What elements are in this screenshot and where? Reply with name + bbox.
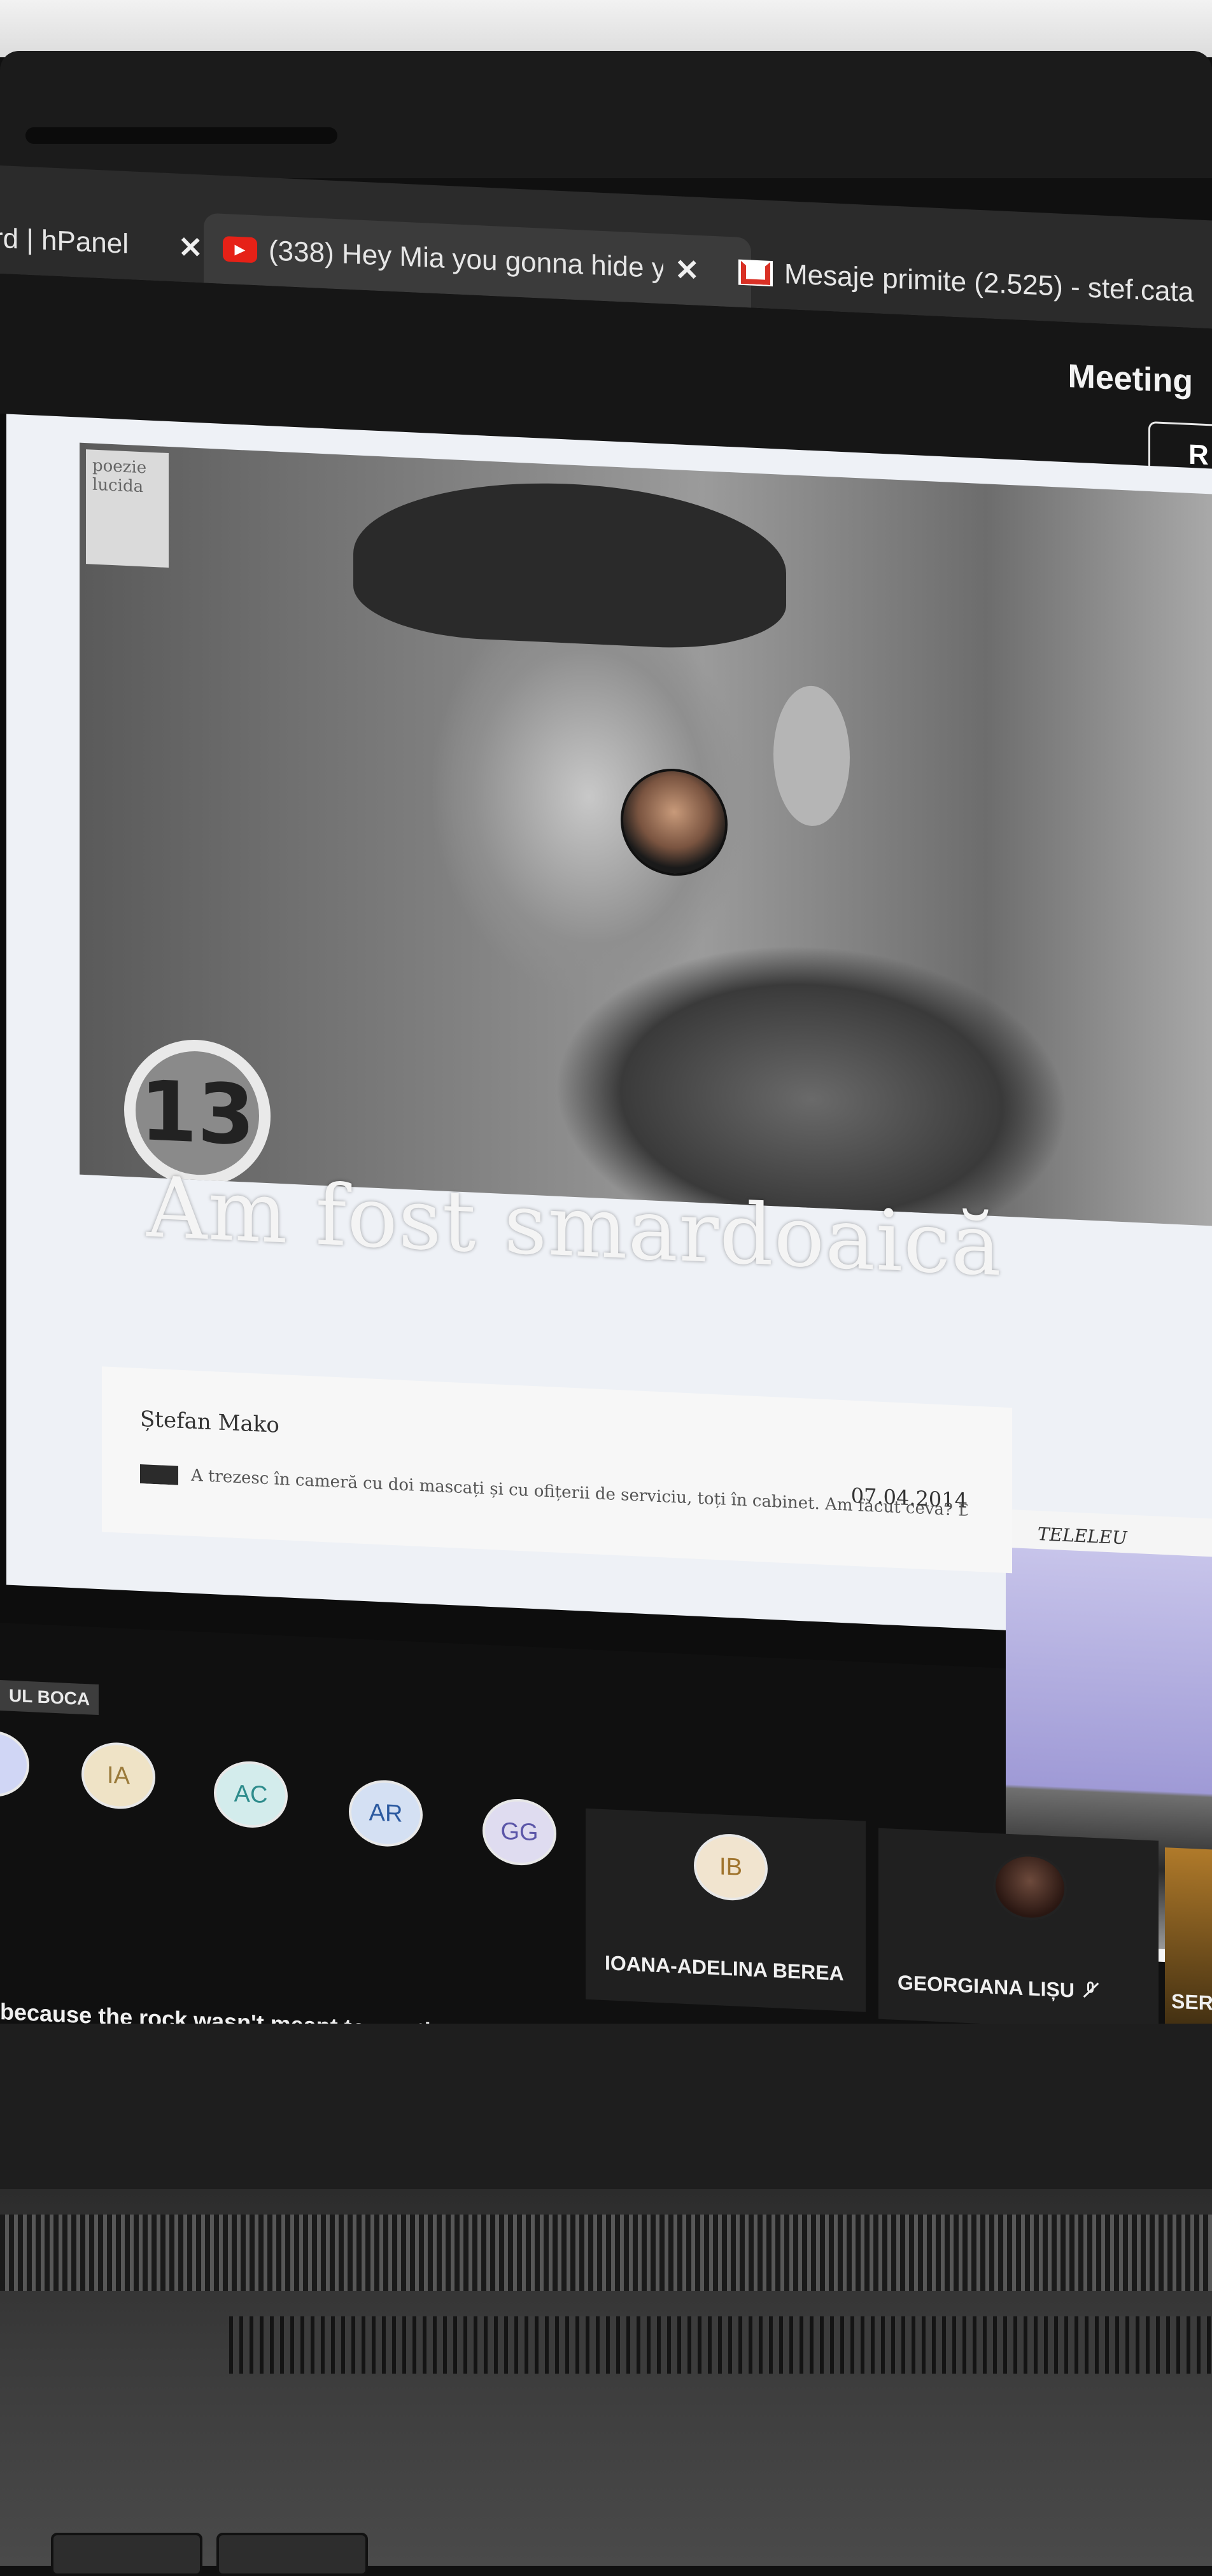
laptop-keyboard-deck bbox=[0, 2189, 1212, 2576]
speaker-grille bbox=[229, 2316, 1212, 2374]
poster-text: poezie lucida bbox=[92, 456, 147, 497]
participant-avatar[interactable] bbox=[0, 1728, 29, 1799]
laptop-bezel-bottom bbox=[0, 2024, 1212, 2189]
participant-tile[interactable]: SER bbox=[1165, 1847, 1212, 2042]
article-hero-photo: poezie lucida 13 bbox=[80, 442, 1212, 1226]
meeting-title: Meeting bbox=[1068, 358, 1193, 401]
presenter-name-chip: UL BOCA bbox=[0, 1680, 99, 1716]
participant-avatar-ia[interactable]: IA bbox=[81, 1740, 155, 1811]
laptop-bezel-top bbox=[0, 51, 1212, 178]
background-wall bbox=[0, 0, 1212, 57]
mic-off-icon bbox=[1082, 1981, 1099, 1998]
image-icon bbox=[140, 1464, 178, 1485]
presenter-avatar bbox=[621, 766, 728, 878]
tab-label: Mesaje primite (2.525) - stef.cata bbox=[784, 258, 1194, 309]
participant-avatar-ib: IB bbox=[694, 1832, 768, 1902]
youtube-icon: ▶ bbox=[223, 235, 257, 263]
gmail-icon bbox=[738, 259, 773, 287]
article-excerpt: A trezesc în cameră cu doi mascați și cu… bbox=[140, 1464, 968, 1521]
participant-tile[interactable]: GEORGIANA LIȘU bbox=[878, 1828, 1159, 2032]
participant-photo bbox=[993, 1852, 1067, 1922]
article-author[interactable]: Ștefan Mako bbox=[140, 1406, 279, 1438]
participant-tile[interactable]: IB IOANA-ADELINA BEREA bbox=[586, 1808, 866, 2012]
tab-label: (338) Hey Mia you gonna hide yo bbox=[269, 235, 663, 285]
close-icon[interactable]: ✕ bbox=[178, 230, 203, 265]
side-card-label: TELELEU bbox=[1038, 1523, 1127, 1549]
participant-name: SER bbox=[1171, 1989, 1212, 2015]
participant-name: IOANA-ADELINA BEREA bbox=[605, 1951, 844, 1985]
participant-avatar-ac[interactable]: AC bbox=[214, 1760, 288, 1830]
participant-name: GEORGIANA LIȘU bbox=[898, 1971, 1099, 2003]
tab-hpanel[interactable]: rd | hPanel ✕ bbox=[0, 204, 203, 283]
hinge bbox=[0, 2215, 1212, 2291]
keyboard-key bbox=[51, 2533, 202, 2576]
keyboard-key bbox=[216, 2533, 368, 2576]
poster: poezie lucida bbox=[86, 449, 169, 568]
webcam-slot bbox=[25, 127, 337, 144]
participants-strip: IA AC AR GG IB IOANA-ADELINA BEREA GEORG… bbox=[0, 1718, 1212, 2042]
tab-label: rd | hPanel bbox=[0, 222, 129, 260]
photo-subject-ear bbox=[773, 684, 850, 828]
participant-avatar-ar[interactable]: AR bbox=[349, 1778, 423, 1849]
laptop-screen: rd | hPanel ✕ ▶ (338) Hey Mia you gonna … bbox=[0, 165, 1212, 2181]
photo-subject-hair bbox=[353, 474, 786, 654]
participant-avatar-gg[interactable]: GG bbox=[483, 1797, 556, 1867]
close-icon[interactable]: ✕ bbox=[675, 252, 700, 288]
